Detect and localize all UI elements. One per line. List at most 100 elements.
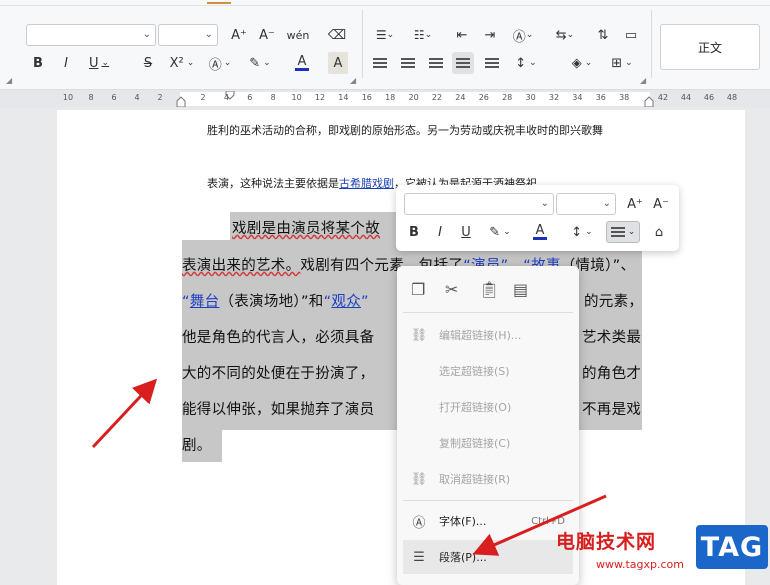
ruler-number: 44 xyxy=(680,93,692,102)
numbered-list-icon[interactable]: ☷ ⌄ xyxy=(410,24,436,46)
ribbon-separator xyxy=(362,10,363,78)
paste-special-icon[interactable]: ▤ xyxy=(513,280,528,299)
style-gallery-normal[interactable]: 正文 xyxy=(660,24,760,70)
ruler-number: 26 xyxy=(478,93,489,102)
align-right-icon[interactable] xyxy=(426,52,446,74)
ruler-number: 30 xyxy=(525,93,536,102)
underline-button[interactable]: U ⌄ xyxy=(84,52,114,74)
font-color-button[interactable]: A xyxy=(286,52,318,74)
mini-grow-font-button[interactable]: A⁺ xyxy=(624,193,646,215)
char-shading-button[interactable]: A xyxy=(328,52,348,74)
menu-item-open-hyperlink[interactable]: 打开超链接(O) xyxy=(403,390,573,424)
justify-icon[interactable] xyxy=(452,52,474,74)
ruler-number: 18 xyxy=(385,93,396,102)
ruler-number: 32 xyxy=(548,93,560,102)
increase-indent-icon[interactable]: ⇥ xyxy=(480,24,500,46)
highlight-icon[interactable]: ✎ ⌄ xyxy=(244,52,276,74)
copy-icon[interactable]: ❐ xyxy=(411,280,425,299)
show-marks-icon[interactable]: ▭ xyxy=(620,24,642,46)
menu-item-font[interactable]: Ⓐ 字体(F)... Ctrl+D xyxy=(403,504,573,538)
link-icon: ⛓ xyxy=(410,327,428,343)
ruler-number: 4 xyxy=(223,93,229,102)
text-effect-button[interactable]: Ⓐ ⌄ xyxy=(206,52,234,74)
borders-icon[interactable]: ⊞ ⌄ xyxy=(606,52,638,74)
dialog-launcher-icon[interactable]: ◢ xyxy=(6,76,12,85)
floating-format-toolbar: ⌄ ⌄ A⁺ A⁻ B I U ✎ ⌄ A ↕ ⌄ ⌄ ⌂ xyxy=(396,185,679,251)
mini-italic-button[interactable]: I xyxy=(430,221,450,243)
shading-fill-icon[interactable]: ◈ ⌄ xyxy=(566,52,598,74)
mini-shrink-font-button[interactable]: A⁻ xyxy=(650,193,672,215)
mini-bold-button[interactable]: B xyxy=(404,221,424,243)
horizontal-ruler[interactable]: 10 8 6 4 2 2 4 6 8 10 12 14 16 18 20 22 24 26 28 30 32 34 36 38… xyxy=(0,90,770,108)
paragraph-icon: ☰ xyxy=(413,549,425,565)
clear-format-icon[interactable]: ⌫ xyxy=(326,24,348,46)
paragraph-line: 大的不同的处便在于扮演了， xyxy=(182,366,375,382)
ruler-number: 38 xyxy=(619,93,630,102)
grow-font-button[interactable]: A⁺ xyxy=(228,24,250,46)
distribute-icon[interactable] xyxy=(482,52,502,74)
unlink-icon: ⛓ xyxy=(410,471,428,487)
mini-font-color-button[interactable]: A xyxy=(524,221,556,243)
asian-layout-icon[interactable]: Ⓐ ⌄ xyxy=(508,24,538,46)
text-direction-icon[interactable]: ⇆ ⌄ xyxy=(550,24,580,46)
font-size-combobox[interactable]: ⌄ xyxy=(158,24,218,46)
ruler-number: 6 xyxy=(247,93,253,102)
menu-item-remove-hyperlink[interactable]: ⛓ 取消超链接(R) xyxy=(403,462,573,496)
paragraph-line: 剧。 xyxy=(182,438,212,454)
sort-icon[interactable]: ⇅ xyxy=(592,24,614,46)
hyperlink[interactable]: 观众 xyxy=(331,294,361,310)
hyperlink[interactable]: 古希腊戏剧 xyxy=(339,177,394,190)
menu-item-edit-hyperlink[interactable]: ⛓ 编辑超链接(H)... xyxy=(403,318,573,352)
italic-button[interactable]: I xyxy=(56,52,76,74)
align-center-icon[interactable] xyxy=(398,52,418,74)
chevron-down-icon: ⌄ xyxy=(204,29,213,40)
font-name-combobox[interactable]: ⌄ xyxy=(26,24,156,46)
mini-font-size-combobox[interactable]: ⌄ xyxy=(556,193,616,215)
menu-separator xyxy=(403,312,573,313)
context-menu: ❐ ✂ 📋︎ ▤ ⛓ 编辑超链接(H)... 选定超链接(S) 打开超链接(O) … xyxy=(397,266,579,585)
mini-underline-button[interactable]: U xyxy=(456,221,476,243)
bold-button[interactable]: B xyxy=(28,52,48,74)
ruler-number: 12 xyxy=(314,93,326,102)
watermark-url: www.tagxp.com xyxy=(596,558,684,571)
left-indent-marker[interactable] xyxy=(176,91,186,107)
ruler-number: 36 xyxy=(595,93,606,102)
chevron-down-icon: ⌄ xyxy=(602,198,611,209)
active-tab-indicator xyxy=(207,2,231,4)
line-spacing-icon[interactable]: ↕ ⌄ xyxy=(510,52,542,74)
menu-item-copy-hyperlink[interactable]: 复制超链接(C) xyxy=(403,426,573,460)
paragraph-line: 他是角色的代言人，必须具备 xyxy=(182,330,375,346)
menu-item-select-hyperlink[interactable]: 选定超链接(S) xyxy=(403,354,573,388)
ruler-number: 42 xyxy=(657,93,669,102)
paragraph-line: 能得以伸张，如果抛弃了演员 xyxy=(182,402,375,418)
line-spacing-icon[interactable]: ↕ ⌄ xyxy=(566,221,598,243)
dialog-launcher-icon[interactable]: ◢ xyxy=(350,76,356,85)
cut-icon[interactable]: ✂ xyxy=(445,280,458,299)
shrink-font-button[interactable]: A⁻ xyxy=(256,24,278,46)
superscript-button[interactable]: X² ⌄ xyxy=(166,52,198,74)
ruler-number: 24 xyxy=(455,93,466,102)
font-icon: Ⓐ xyxy=(412,515,426,531)
format-painter-icon[interactable]: ⌂ xyxy=(648,221,670,243)
ruler-number: 16 xyxy=(361,93,372,102)
paragraph-line-tail: 艺术类最 xyxy=(582,330,642,346)
paragraph-line: “舞台（表演场地）”和“观众” xyxy=(182,294,369,310)
style-normal-label: 正文 xyxy=(697,40,722,55)
ribbon-separator xyxy=(651,10,652,78)
hyperlink[interactable]: 舞台 xyxy=(190,294,220,310)
mini-align-button[interactable]: ⌄ xyxy=(606,221,640,243)
paragraph-line-tail: 不再是戏 xyxy=(582,402,642,418)
phonetic-guide-button[interactable]: wén xyxy=(284,24,312,46)
paragraph-line: 戏剧是由演员将某个故 xyxy=(232,221,380,237)
align-left-icon[interactable] xyxy=(370,52,390,74)
strikethrough-button[interactable]: S xyxy=(138,52,158,74)
dialog-launcher-icon[interactable]: ◢ xyxy=(640,76,646,85)
mini-font-name-combobox[interactable]: ⌄ xyxy=(404,193,554,215)
highlight-icon[interactable]: ✎ ⌄ xyxy=(484,221,516,243)
bullet-list-icon[interactable]: ☰ ⌄ xyxy=(372,24,398,46)
paste-icon[interactable]: 📋︎ xyxy=(479,280,499,299)
ruler-number: 10 xyxy=(62,93,74,102)
menu-item-paragraph[interactable]: ☰ 段落(P)... xyxy=(403,540,573,574)
chevron-down-icon: ⌄ xyxy=(540,198,549,209)
decrease-indent-icon[interactable]: ⇤ xyxy=(452,24,472,46)
